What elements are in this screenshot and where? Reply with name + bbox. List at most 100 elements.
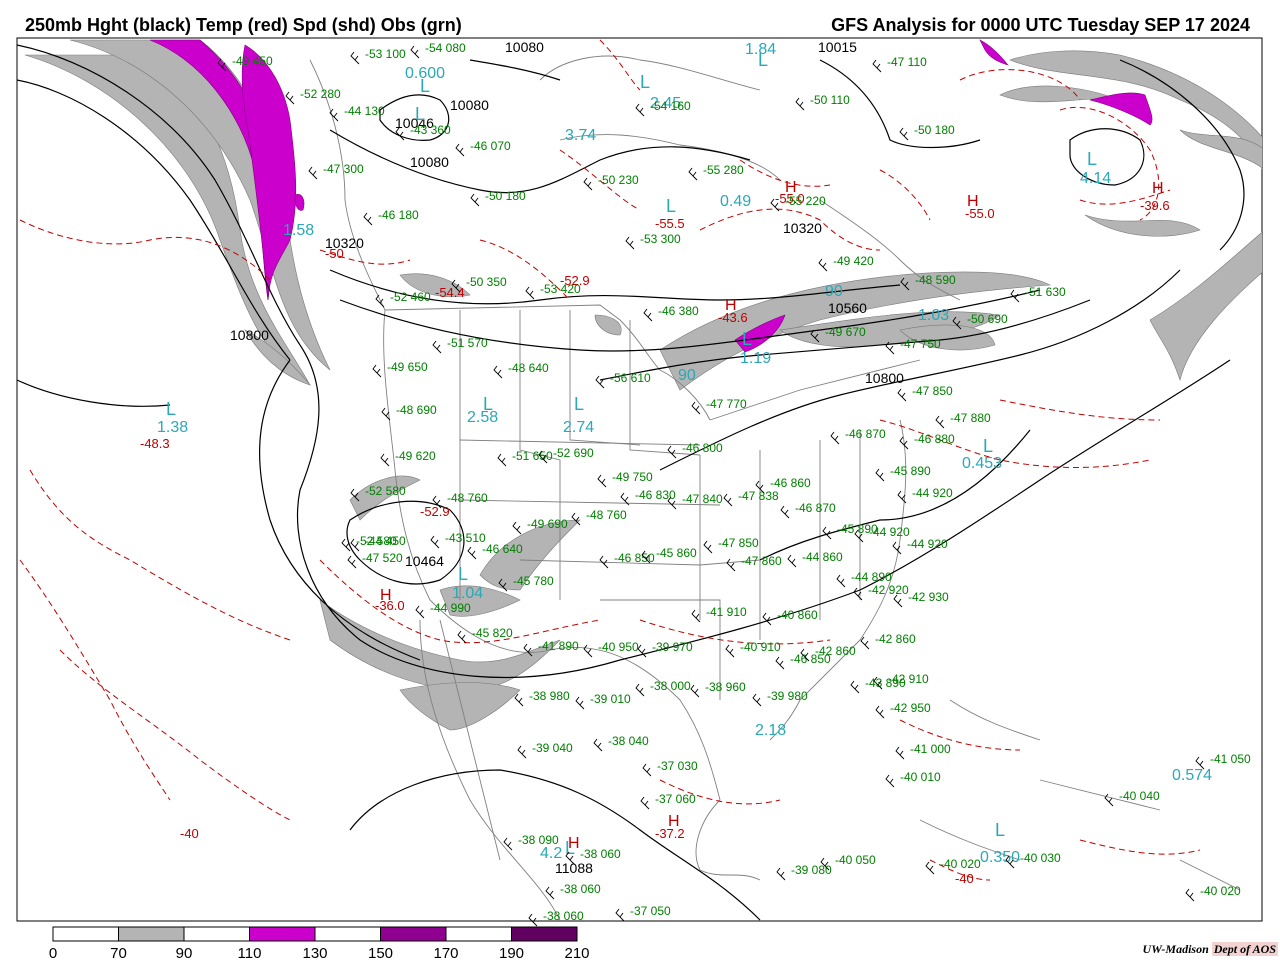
station-observation: -40 910 [740,640,781,654]
height-label: 10800 [865,370,904,386]
station-observation: -44 920 [907,537,948,551]
station-observation: -52 690 [553,446,594,460]
station-observation: -37 060 [655,792,696,806]
station-observation: -38 060 [560,882,601,896]
station-observation: -46 870 [845,427,886,441]
legend-value: 90 [176,945,193,960]
station-observation: -46 380 [658,304,699,318]
station-observation: -45 820 [472,626,513,640]
station-observation: -40 010 [900,770,941,784]
station-observation: -40 950 [598,640,639,654]
station-observation: -49 620 [395,449,436,463]
high-center-marker: H [1152,180,1164,197]
station-observation: -37 050 [630,904,671,918]
legend-value: 130 [302,945,327,960]
station-observation: -38 960 [705,680,746,694]
low-center-marker: L [758,50,768,70]
jet-max-label: 90 [825,283,843,300]
temperature-label: -40 [180,826,199,841]
station-observation: -42 930 [908,590,949,604]
station-observation: -47 750 [900,337,941,351]
legend-value: 150 [368,945,393,960]
station-observation: -50 690 [967,312,1008,326]
jet-max-label: 0.574 [1172,767,1212,784]
station-observation: -49 750 [612,470,653,484]
legend-colorbar [52,926,578,942]
station-observation: -48 760 [586,508,627,522]
station-observation: -46 860 [770,476,811,490]
low-center-marker: L [742,329,752,349]
legend-value: 170 [433,945,458,960]
station-observation: -47 850 [912,384,953,398]
credit-dept: Dept of AOS [1211,942,1278,956]
high-center-marker: H [568,835,580,852]
station-observation: -47 110 [887,55,927,69]
jet-max-label: 1.03 [918,307,949,324]
legend-value: 70 [110,945,127,960]
height-label: 11088 [555,860,593,876]
station-observation: -53 100 [365,47,406,61]
station-observation: -47 850 [718,536,759,550]
station-observation: -46 800 [682,441,723,455]
station-observation: -53 300 [640,232,681,246]
legend-bin-150-170 [380,926,447,942]
station-observation: -55 280 [703,163,744,177]
station-observation: -42 860 [875,632,916,646]
station-observation: -43 360 [410,123,451,137]
station-observation: -46 640 [482,542,523,556]
temperature-label: -39.6 [1140,198,1170,213]
height-label: 10320 [783,220,822,236]
high-center-marker: H [967,193,979,210]
station-observation: -45 860 [656,546,697,560]
station-observation: -46 830 [635,488,676,502]
jet-max-label: 4.14 [1080,170,1111,187]
station-observation: -41 050 [1210,752,1251,766]
station-observation: -38 060 [580,847,621,861]
station-observation: -46 180 [378,208,419,222]
station-observation: -46 850 [614,551,655,565]
station-observation: -40 860 [777,608,818,622]
low-center-marker: L [1087,149,1097,169]
station-observation: -37 030 [657,759,698,773]
station-observation: -47 770 [706,397,747,411]
station-observation: -44 920 [912,486,953,500]
station-observation: -48 690 [396,403,437,417]
legend-bin-110-130 [249,926,316,942]
jet-max-label: 1.58 [283,222,314,239]
station-observation: -45 890 [890,464,931,478]
station-observation: -54 160 [650,99,691,113]
jet-max-label: 0.49 [720,193,751,210]
legend-bin-90-110 [183,926,250,942]
station-observation: -51 570 [447,336,488,350]
station-observation: -51 630 [1025,285,1066,299]
low-center-marker: L [458,564,468,584]
station-observation: -47 860 [741,554,782,568]
low-center-marker: L [483,394,493,414]
station-observation: -42 860 [815,644,856,658]
station-observation: -38 040 [608,734,649,748]
station-observation: -40 020 [1200,884,1241,898]
low-center-marker: L [415,104,425,124]
station-observation: -41 000 [910,742,951,756]
station-observation: -44 990 [430,601,471,615]
station-observation: -47 880 [950,411,991,425]
station-observation: -42 950 [890,701,931,715]
station-observation: -55 220 [785,194,826,208]
station-observation: -50 180 [485,189,526,203]
jet-max-label: 2.18 [755,722,786,739]
low-center-marker: L [574,394,584,414]
station-observation: -50 350 [466,275,507,289]
height-label: 10080 [410,154,449,170]
legend-bin-190-210 [511,926,578,942]
credit-line: UW-Madison Dept of AOS [1143,942,1278,957]
height-label: 10800 [230,327,269,343]
station-observation: -51 650 [512,449,553,463]
credit-org: UW-Madison [1142,942,1209,956]
station-observation: -42 910 [888,672,929,686]
legend-value: 190 [499,945,524,960]
station-observation: -49 650 [387,360,428,374]
low-center-marker: L [640,72,650,92]
jet-max-label: 0.350 [980,849,1020,866]
temperature-label: -55.5 [655,216,685,231]
legend-bin-0-70 [52,926,119,942]
